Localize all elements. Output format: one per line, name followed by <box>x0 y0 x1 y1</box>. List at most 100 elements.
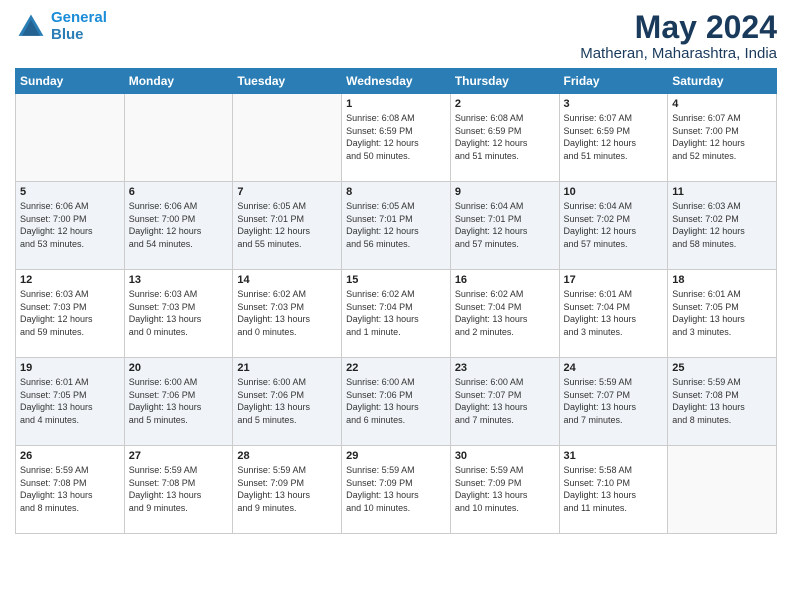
day-info: Sunrise: 5:59 AM Sunset: 7:09 PM Dayligh… <box>455 464 555 514</box>
calendar-day-cell: 22 Sunrise: 6:00 AM Sunset: 7:06 PM Dayli… <box>342 358 451 446</box>
weekday-header-thursday: Thursday <box>450 69 559 94</box>
day-number: 3 <box>564 98 664 110</box>
empty-cell <box>124 94 233 182</box>
calendar-day-cell: 3Sunrise: 6:07 AM Sunset: 6:59 PM Daylig… <box>559 94 668 182</box>
day-number: 28 <box>237 450 337 462</box>
day-number: 17 <box>564 274 664 286</box>
calendar-day-cell: 23Sunrise: 6:00 AM Sunset: 7:07 PM Dayli… <box>450 358 559 446</box>
day-info: Sunrise: 5:59 AM Sunset: 7:08 PM Dayligh… <box>20 464 120 514</box>
day-number: 12 <box>20 274 120 286</box>
day-info: Sunrise: 6:08 AM Sunset: 6:59 PM Dayligh… <box>346 112 446 162</box>
calendar-week-row: 5 Sunrise: 6:06 AM Sunset: 7:00 PM Daylig… <box>16 182 777 270</box>
weekday-header-saturday: Saturday <box>668 69 777 94</box>
empty-cell <box>233 94 342 182</box>
day-number: 21 <box>237 362 337 374</box>
weekday-header-tuesday: Tuesday <box>233 69 342 94</box>
weekday-header-monday: Monday <box>124 69 233 94</box>
calendar-day-cell: 8 Sunrise: 6:05 AM Sunset: 7:01 PM Daylig… <box>342 182 451 270</box>
day-info: Sunrise: 5:59 AM Sunset: 7:08 PM Dayligh… <box>672 376 772 426</box>
day-number: 7 <box>237 186 337 198</box>
calendar-day-cell: 1 Sunrise: 6:08 AM Sunset: 6:59 PM Daylig… <box>342 94 451 182</box>
calendar-day-cell: 18Sunrise: 6:01 AM Sunset: 7:05 PM Dayli… <box>668 270 777 358</box>
day-number: 14 <box>237 274 337 286</box>
day-number: 1 <box>346 98 446 110</box>
calendar-day-cell: 20Sunrise: 6:00 AM Sunset: 7:06 PM Dayli… <box>124 358 233 446</box>
calendar-week-row: 12 Sunrise: 6:03 AM Sunset: 7:03 PM Dayli… <box>16 270 777 358</box>
weekday-header-friday: Friday <box>559 69 668 94</box>
calendar-day-cell: 10 Sunrise: 6:04 AM Sunset: 7:02 PM Dayli… <box>559 182 668 270</box>
empty-cell <box>668 446 777 534</box>
day-info: Sunrise: 6:05 AM Sunset: 7:01 PM Dayligh… <box>346 200 446 250</box>
day-info: Sunrise: 5:59 AM Sunset: 7:09 PM Dayligh… <box>237 464 337 514</box>
day-info: Sunrise: 6:00 AM Sunset: 7:06 PM Dayligh… <box>129 376 229 426</box>
day-info: Sunrise: 6:02 AM Sunset: 7:04 PM Dayligh… <box>455 288 555 338</box>
day-info: Sunrise: 5:59 AM Sunset: 7:09 PM Dayligh… <box>346 464 446 514</box>
title-block: May 2024 Matheran, Maharashtra, India <box>580 10 777 62</box>
weekday-header-sunday: Sunday <box>16 69 125 94</box>
day-info: Sunrise: 6:07 AM Sunset: 7:00 PM Dayligh… <box>672 112 772 162</box>
calendar-day-cell: 12 Sunrise: 6:03 AM Sunset: 7:03 PM Dayli… <box>16 270 125 358</box>
day-info: Sunrise: 6:04 AM Sunset: 7:02 PM Dayligh… <box>564 200 664 250</box>
day-info: Sunrise: 6:06 AM Sunset: 7:00 PM Dayligh… <box>129 200 229 250</box>
day-number: 30 <box>455 450 555 462</box>
calendar-day-cell: 13Sunrise: 6:03 AM Sunset: 7:03 PM Dayli… <box>124 270 233 358</box>
day-number: 26 <box>20 450 120 462</box>
day-info: Sunrise: 6:04 AM Sunset: 7:01 PM Dayligh… <box>455 200 555 250</box>
calendar-week-row: 1 Sunrise: 6:08 AM Sunset: 6:59 PM Daylig… <box>16 94 777 182</box>
day-number: 10 <box>564 186 664 198</box>
logo-text: General Blue <box>51 10 107 43</box>
calendar-day-cell: 24 Sunrise: 5:59 AM Sunset: 7:07 PM Dayli… <box>559 358 668 446</box>
calendar-day-cell: 2 Sunrise: 6:08 AM Sunset: 6:59 PM Daylig… <box>450 94 559 182</box>
day-number: 8 <box>346 186 446 198</box>
day-info: Sunrise: 6:00 AM Sunset: 7:06 PM Dayligh… <box>237 376 337 426</box>
day-info: Sunrise: 6:08 AM Sunset: 6:59 PM Dayligh… <box>455 112 555 162</box>
day-info: Sunrise: 6:06 AM Sunset: 7:00 PM Dayligh… <box>20 200 120 250</box>
calendar-day-cell: 31 Sunrise: 5:58 AM Sunset: 7:10 PM Dayli… <box>559 446 668 534</box>
day-number: 24 <box>564 362 664 374</box>
calendar-day-cell: 29 Sunrise: 5:59 AM Sunset: 7:09 PM Dayli… <box>342 446 451 534</box>
day-number: 4 <box>672 98 772 110</box>
calendar-table: SundayMondayTuesdayWednesdayThursdayFrid… <box>15 68 777 534</box>
day-info: Sunrise: 6:01 AM Sunset: 7:05 PM Dayligh… <box>20 376 120 426</box>
calendar-day-cell: 4 Sunrise: 6:07 AM Sunset: 7:00 PM Daylig… <box>668 94 777 182</box>
weekday-header-wednesday: Wednesday <box>342 69 451 94</box>
day-info: Sunrise: 6:01 AM Sunset: 7:05 PM Dayligh… <box>672 288 772 338</box>
calendar-day-cell: 7 Sunrise: 6:05 AM Sunset: 7:01 PM Daylig… <box>233 182 342 270</box>
calendar-day-cell: 14Sunrise: 6:02 AM Sunset: 7:03 PM Dayli… <box>233 270 342 358</box>
day-number: 15 <box>346 274 446 286</box>
day-number: 22 <box>346 362 446 374</box>
calendar-day-cell: 17 Sunrise: 6:01 AM Sunset: 7:04 PM Dayli… <box>559 270 668 358</box>
day-number: 5 <box>20 186 120 198</box>
day-info: Sunrise: 6:01 AM Sunset: 7:04 PM Dayligh… <box>564 288 664 338</box>
calendar-day-cell: 15Sunrise: 6:02 AM Sunset: 7:04 PM Dayli… <box>342 270 451 358</box>
page-header: General Blue May 2024 Matheran, Maharash… <box>15 10 777 62</box>
logo-icon <box>15 11 47 43</box>
empty-cell <box>16 94 125 182</box>
day-number: 29 <box>346 450 446 462</box>
day-number: 23 <box>455 362 555 374</box>
day-info: Sunrise: 6:03 AM Sunset: 7:02 PM Dayligh… <box>672 200 772 250</box>
day-number: 11 <box>672 186 772 198</box>
day-number: 31 <box>564 450 664 462</box>
calendar-day-cell: 27Sunrise: 5:59 AM Sunset: 7:08 PM Dayli… <box>124 446 233 534</box>
day-info: Sunrise: 6:03 AM Sunset: 7:03 PM Dayligh… <box>129 288 229 338</box>
weekday-header-row: SundayMondayTuesdayWednesdayThursdayFrid… <box>16 69 777 94</box>
day-number: 2 <box>455 98 555 110</box>
calendar-day-cell: 28 Sunrise: 5:59 AM Sunset: 7:09 PM Dayli… <box>233 446 342 534</box>
calendar-week-row: 26 Sunrise: 5:59 AM Sunset: 7:08 PM Dayli… <box>16 446 777 534</box>
day-number: 25 <box>672 362 772 374</box>
calendar-day-cell: 30 Sunrise: 5:59 AM Sunset: 7:09 PM Dayli… <box>450 446 559 534</box>
calendar-week-row: 19Sunrise: 6:01 AM Sunset: 7:05 PM Dayli… <box>16 358 777 446</box>
day-info: Sunrise: 6:03 AM Sunset: 7:03 PM Dayligh… <box>20 288 120 338</box>
day-info: Sunrise: 5:59 AM Sunset: 7:07 PM Dayligh… <box>564 376 664 426</box>
location-subtitle: Matheran, Maharashtra, India <box>580 45 777 62</box>
calendar-day-cell: 21 Sunrise: 6:00 AM Sunset: 7:06 PM Dayli… <box>233 358 342 446</box>
calendar-day-cell: 9 Sunrise: 6:04 AM Sunset: 7:01 PM Daylig… <box>450 182 559 270</box>
logo: General Blue <box>15 10 107 43</box>
calendar-day-cell: 11 Sunrise: 6:03 AM Sunset: 7:02 PM Dayli… <box>668 182 777 270</box>
day-number: 9 <box>455 186 555 198</box>
day-info: Sunrise: 6:00 AM Sunset: 7:06 PM Dayligh… <box>346 376 446 426</box>
day-info: Sunrise: 5:58 AM Sunset: 7:10 PM Dayligh… <box>564 464 664 514</box>
day-info: Sunrise: 6:05 AM Sunset: 7:01 PM Dayligh… <box>237 200 337 250</box>
day-number: 6 <box>129 186 229 198</box>
